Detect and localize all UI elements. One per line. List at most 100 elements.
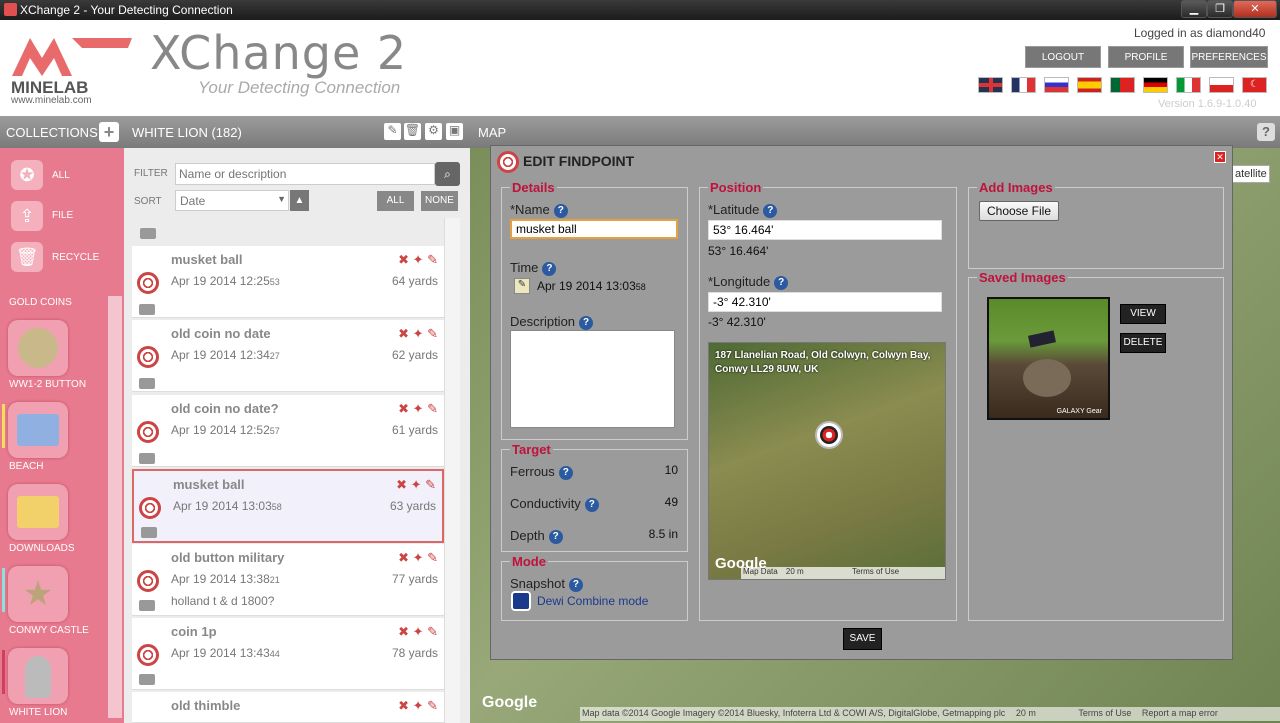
help-icon[interactable]: ? [774,275,789,290]
map-terms-link[interactable]: Terms of Use [852,567,899,576]
collection-downloads[interactable] [8,484,68,540]
view-image-button[interactable]: VIEW [1120,304,1166,324]
list-item[interactable]: old coin no date Apr 19 2014 12:3427 62 … [132,320,444,392]
sidebar-item-file[interactable]: FILE [52,210,73,221]
help-icon[interactable]: ? [568,577,583,592]
list-item[interactable]: old thimble ✖ ✦ ✎ [132,692,444,723]
logout-button[interactable]: LOGOUT [1025,46,1101,68]
item-actions-icon[interactable]: ✖ ✦ ✎ [398,252,438,268]
collection-label-white-lion[interactable]: WHITE LION [9,707,67,718]
item-actions-icon[interactable]: ✖ ✦ ✎ [398,550,438,566]
camera-icon[interactable] [140,228,156,239]
list-item[interactable]: musket ball Apr 19 2014 12:2553 64 yards… [132,246,444,318]
collection-label-beach[interactable]: BEACH [9,461,43,472]
recycle-icon[interactable]: 🗑 [11,242,43,272]
search-icon[interactable]: ⌕ [435,162,460,186]
collection-label-gold-coins[interactable]: GOLD COINS [9,297,72,308]
item-actions-icon[interactable]: ✖ ✦ ✎ [396,477,436,493]
camera-icon[interactable] [139,378,155,389]
camera-icon[interactable] [139,304,155,315]
portugal-flag-icon[interactable] [1110,77,1135,93]
position-map[interactable]: 187 Llanelian Road, Old Colwyn, Colwyn B… [708,342,946,580]
camera-icon[interactable] [139,674,155,685]
filter-input[interactable] [175,163,435,185]
collection-conwy-castle[interactable]: ★ [8,566,68,622]
collection-label-downloads[interactable]: DOWNLOADS [9,543,75,554]
dialog-close-icon[interactable]: ✕ [1214,151,1226,163]
map-data-link[interactable]: Map Data [743,567,778,576]
position-fieldset: Position *Latitude? 53° 16.464' *Longitu… [699,180,957,621]
preferences-button[interactable]: PREFERENCES [1190,46,1268,68]
italy-flag-icon[interactable] [1176,77,1201,93]
france-flag-icon[interactable] [1011,77,1036,93]
minimize-button[interactable]: ▁ [1181,0,1207,18]
calendar-icon[interactable]: ✎ [514,278,530,294]
map-terms-link[interactable]: Terms of Use [1078,708,1131,718]
map-report-link[interactable]: Report a map error [1142,708,1218,718]
spain-flag-icon[interactable] [1077,77,1102,93]
select-none-button[interactable]: NONE [421,191,458,211]
item-actions-icon[interactable]: ✖ ✦ ✎ [398,401,438,417]
saved-image-thumbnail[interactable]: GALAXY Gear [987,297,1110,420]
help-icon[interactable]: ? [584,497,599,512]
profile-button[interactable]: PROFILE [1108,46,1184,68]
close-button[interactable]: ✕ [1233,0,1277,18]
help-icon[interactable]: ? [548,529,563,544]
help-icon[interactable]: ? [1257,123,1275,141]
satellite-button[interactable]: atellite [1232,165,1270,183]
collection-label-conwy-castle[interactable]: CONWY CASTLE [9,625,89,636]
delete-icon[interactable]: 🗑 [404,123,421,140]
choose-file-button[interactable]: Choose File [979,201,1059,221]
list-item[interactable]: coin 1p Apr 19 2014 13:4344 78 yards ✖ ✦… [132,618,444,690]
maximize-button[interactable]: ❐ [1207,0,1233,18]
save-button[interactable]: SAVE [843,628,882,650]
turkey-flag-icon[interactable]: ☾ [1242,77,1267,93]
camera-icon[interactable] [141,527,157,538]
camera-icon[interactable] [139,453,155,464]
collection-ww1-2-button[interactable] [8,320,68,376]
sort-direction-button[interactable]: ▲ [290,190,309,211]
sidebar-item-recycle[interactable]: RECYCLE [52,252,99,263]
list-item[interactable]: old coin no date? Apr 19 2014 12:5257 61… [132,395,444,467]
collection-label-ww1-2-button[interactable]: WW1-2 BUTTON [9,379,86,390]
item-actions-icon[interactable]: ✖ ✦ ✎ [398,624,438,640]
target-icon [137,421,159,443]
collection-white-lion[interactable] [8,648,68,704]
list-item[interactable]: old button military Apr 19 2014 13:3821 … [132,544,444,616]
name-input[interactable] [510,219,678,239]
poland-flag-icon[interactable] [1209,77,1234,93]
russia-flag-icon[interactable] [1044,77,1069,93]
edit-icon[interactable]: ✎ [384,123,401,140]
sidebar-scrollbar[interactable] [108,296,122,718]
select-all-button[interactable]: ALL [377,191,414,211]
longitude-input[interactable] [708,292,942,312]
description-textarea[interactable] [510,330,675,428]
sort-select[interactable]: Date ▼ [175,190,289,211]
list-scrollbar[interactable] [444,218,460,723]
brand-url[interactable]: www.minelab.com [11,95,92,106]
collections-sidebar: ✪ ALL ⇪ FILE 🗑 RECYCLE GOLD COINS WW1-2 … [0,148,124,723]
item-actions-icon[interactable]: ✖ ✦ ✎ [398,326,438,342]
file-icon[interactable]: ⇪ [11,201,43,231]
uk-flag-icon[interactable] [978,77,1003,93]
germany-flag-icon[interactable] [1143,77,1168,93]
help-icon[interactable]: ? [542,261,557,276]
help-icon[interactable]: ? [558,465,573,480]
help-icon[interactable]: ? [763,203,778,218]
help-icon[interactable]: ? [553,203,568,218]
list-item-selected[interactable]: musket ball Apr 19 2014 13:0358 63 yards… [132,469,444,543]
collection-beach[interactable] [8,402,68,458]
export-icon[interactable]: ▣ [446,123,463,140]
share-icon[interactable]: ⚙ [425,123,442,140]
map-marker-icon[interactable] [815,421,843,449]
camera-icon[interactable] [139,600,155,611]
item-distance: 78 yards [391,646,438,660]
item-actions-icon[interactable]: ✖ ✦ ✎ [398,698,438,714]
latitude-input[interactable] [708,220,942,240]
add-collection-icon[interactable]: + [99,122,119,142]
all-icon[interactable]: ✪ [11,160,43,190]
help-icon[interactable]: ? [579,315,594,330]
mode-value[interactable]: Dewi Combine mode [537,594,648,608]
sidebar-item-all[interactable]: ALL [52,170,70,181]
delete-image-button[interactable]: DELETE [1120,333,1166,353]
